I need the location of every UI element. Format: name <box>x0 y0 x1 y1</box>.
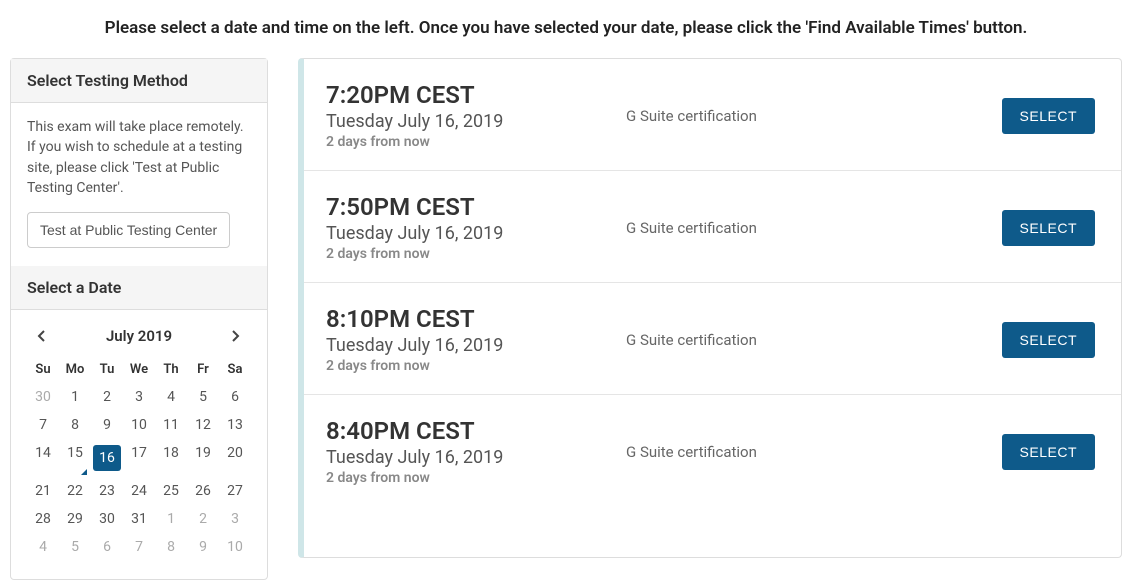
calendar-day[interactable]: 22 <box>59 477 91 505</box>
time-slots-panel: 7:20PM CESTTuesday July 16, 20192 days f… <box>298 58 1122 558</box>
slot-time: 7:50PM CEST <box>326 193 626 221</box>
select-date-header: Select a Date <box>11 266 267 310</box>
calendar-day[interactable]: 19 <box>187 439 219 477</box>
slot-time: 7:20PM CEST <box>326 81 626 109</box>
calendar-day[interactable]: 8 <box>59 411 91 439</box>
calendar-day[interactable]: 7 <box>123 533 155 561</box>
calendar-day[interactable]: 20 <box>219 439 251 477</box>
calendar-day[interactable]: 9 <box>187 533 219 561</box>
calendar-day[interactable]: 30 <box>91 505 123 533</box>
calendar-day[interactable]: 31 <box>123 505 155 533</box>
calendar-day[interactable]: 25 <box>155 477 187 505</box>
slot-relative-time: 2 days from now <box>326 246 626 262</box>
calendar-day[interactable]: 2 <box>187 505 219 533</box>
slot-time-block: 8:10PM CESTTuesday July 16, 2019 2 days f… <box>326 305 626 374</box>
calendar-day[interactable]: 27 <box>219 477 251 505</box>
calendar-day[interactable]: 5 <box>187 383 219 411</box>
calendar-day[interactable]: 4 <box>27 533 59 561</box>
calendar-dow: We <box>123 356 155 383</box>
slot-time-block: 8:40PM CESTTuesday July 16, 2019 2 days f… <box>326 417 626 486</box>
calendar-day[interactable]: 28 <box>27 505 59 533</box>
calendar-dow: Tu <box>91 356 123 383</box>
calendar-day[interactable]: 15 <box>59 439 91 477</box>
page-instruction: Please select a date and time on the lef… <box>0 0 1132 58</box>
calendar-day[interactable]: 2 <box>91 383 123 411</box>
select-slot-button[interactable]: SELECT <box>1002 434 1095 470</box>
slot-description: G Suite certification <box>626 443 1002 461</box>
time-slot-row: 7:50PM CESTTuesday July 16, 2019 2 days f… <box>304 171 1121 283</box>
calendar-day[interactable]: 14 <box>27 439 59 477</box>
calendar-day[interactable]: 5 <box>59 533 91 561</box>
calendar-dow: Mo <box>59 356 91 383</box>
slot-date: Tuesday July 16, 2019 <box>326 335 626 356</box>
calendar-day[interactable]: 26 <box>187 477 219 505</box>
calendar-dow: Fr <box>187 356 219 383</box>
slot-relative-time: 2 days from now <box>326 358 626 374</box>
calendar-dow: Th <box>155 356 187 383</box>
calendar-day[interactable]: 16 <box>91 439 123 477</box>
calendar-dow: Sa <box>219 356 251 383</box>
calendar-day[interactable]: 6 <box>91 533 123 561</box>
slot-date: Tuesday July 16, 2019 <box>326 447 626 468</box>
slot-time-block: 7:20PM CESTTuesday July 16, 2019 2 days f… <box>326 81 626 150</box>
calendar-day[interactable]: 1 <box>59 383 91 411</box>
time-slot-row: 8:40PM CESTTuesday July 16, 2019 2 days f… <box>304 395 1121 506</box>
sidebar: Select Testing Method This exam will tak… <box>10 58 268 580</box>
calendar-dow: Su <box>27 356 59 383</box>
select-slot-button[interactable]: SELECT <box>1002 322 1095 358</box>
calendar-day[interactable]: 24 <box>123 477 155 505</box>
calendar-day[interactable]: 3 <box>219 505 251 533</box>
select-slot-button[interactable]: SELECT <box>1002 210 1095 246</box>
calendar-day[interactable]: 10 <box>123 411 155 439</box>
calendar-day[interactable]: 30 <box>27 383 59 411</box>
calendar-day[interactable]: 3 <box>123 383 155 411</box>
slot-description: G Suite certification <box>626 331 1002 349</box>
time-slot-row: 7:20PM CESTTuesday July 16, 2019 2 days f… <box>304 59 1121 171</box>
testing-method-description: This exam will take place remotely. If y… <box>27 117 251 198</box>
calendar-day[interactable]: 9 <box>91 411 123 439</box>
calendar-day[interactable]: 21 <box>27 477 59 505</box>
slot-time: 8:40PM CEST <box>326 417 626 445</box>
calendar-day[interactable]: 6 <box>219 383 251 411</box>
slot-description: G Suite certification <box>626 107 1002 125</box>
calendar-day[interactable]: 1 <box>155 505 187 533</box>
calendar-month-label: July 2019 <box>106 327 172 345</box>
calendar-next-icon[interactable] <box>223 324 247 348</box>
calendar-day[interactable]: 18 <box>155 439 187 477</box>
slot-time-block: 7:50PM CESTTuesday July 16, 2019 2 days f… <box>326 193 626 262</box>
test-at-public-center-button[interactable]: Test at Public Testing Center <box>27 212 230 248</box>
calendar-day[interactable]: 13 <box>219 411 251 439</box>
calendar: July 2019 SuMoTuWeThFrSa3012345678910111… <box>11 310 267 579</box>
slot-time: 8:10PM CEST <box>326 305 626 333</box>
slot-description: G Suite certification <box>626 219 1002 237</box>
calendar-day[interactable]: 11 <box>155 411 187 439</box>
select-slot-button[interactable]: SELECT <box>1002 98 1095 134</box>
calendar-day[interactable]: 17 <box>123 439 155 477</box>
slot-relative-time: 2 days from now <box>326 470 626 486</box>
calendar-day[interactable]: 4 <box>155 383 187 411</box>
slot-date: Tuesday July 16, 2019 <box>326 223 626 244</box>
calendar-day[interactable]: 10 <box>219 533 251 561</box>
calendar-day[interactable]: 29 <box>59 505 91 533</box>
calendar-day[interactable]: 23 <box>91 477 123 505</box>
calendar-day[interactable]: 7 <box>27 411 59 439</box>
slot-date: Tuesday July 16, 2019 <box>326 111 626 132</box>
calendar-day[interactable]: 12 <box>187 411 219 439</box>
calendar-prev-icon[interactable] <box>31 324 55 348</box>
time-slot-row: 8:10PM CESTTuesday July 16, 2019 2 days f… <box>304 283 1121 395</box>
calendar-day[interactable]: 8 <box>155 533 187 561</box>
slot-relative-time: 2 days from now <box>326 134 626 150</box>
testing-method-header: Select Testing Method <box>11 59 267 103</box>
